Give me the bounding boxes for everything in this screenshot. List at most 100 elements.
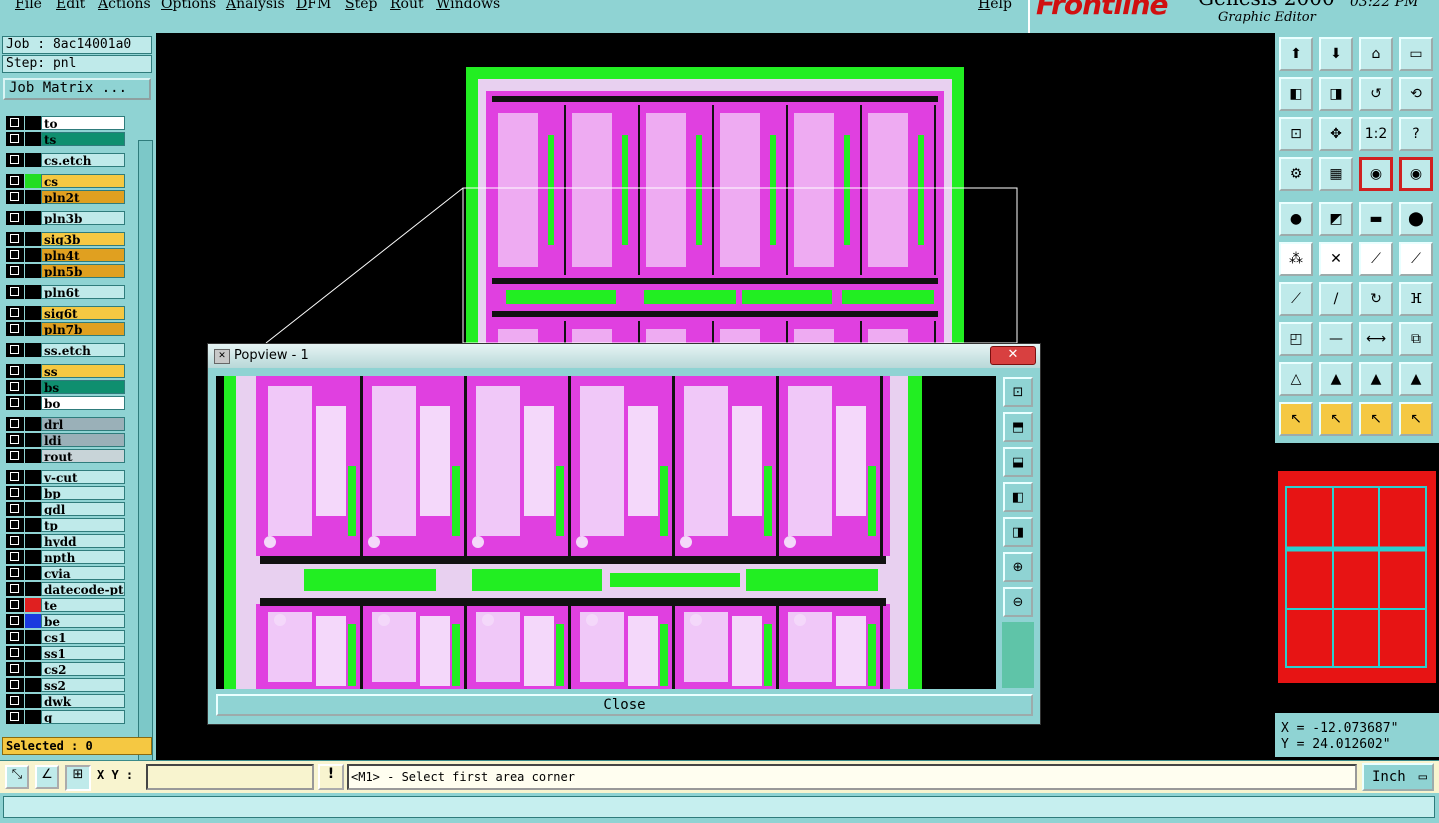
layer-checkbox[interactable] <box>6 380 24 394</box>
layer-name[interactable]: be <box>41 614 125 628</box>
layer-name[interactable]: pln2t <box>41 190 125 204</box>
redraw-icon[interactable]: ⟲ <box>1399 77 1433 111</box>
compare2-icon[interactable]: ◉ <box>1399 157 1433 191</box>
layer-row[interactable]: to <box>6 116 125 130</box>
layer-row[interactable]: pln6t <box>6 285 125 299</box>
snap-icon[interactable]: ◰ <box>1279 322 1313 356</box>
layer-name[interactable]: ss.etch <box>41 343 125 357</box>
popview-close-button[interactable]: Close <box>216 694 1033 716</box>
layer-checkbox[interactable] <box>6 710 24 724</box>
popview-titlebar[interactable]: ✕ Popview - 1 ✕ <box>208 344 1040 368</box>
layer-row[interactable]: drl <box>6 417 125 431</box>
layer-checkbox[interactable] <box>6 285 24 299</box>
layer-row[interactable]: ts <box>6 132 125 146</box>
layer-name[interactable]: te <box>41 598 125 612</box>
layer-checkbox[interactable] <box>6 678 24 692</box>
layer-checkbox[interactable] <box>6 534 24 548</box>
layer-row[interactable]: te <box>6 598 125 612</box>
home-icon[interactable]: ⌂ <box>1359 37 1393 71</box>
layer-name[interactable]: sig3b <box>41 232 125 246</box>
menu-edit[interactable]: Edit <box>56 0 85 12</box>
layer-row[interactable]: rout <box>6 449 125 463</box>
slash-icon[interactable]: / <box>1319 282 1353 316</box>
layer-name[interactable]: bs <box>41 380 125 394</box>
layer-name[interactable]: cs <box>41 174 125 188</box>
units-selector[interactable]: Inch ▭ <box>1362 763 1434 791</box>
layer-name[interactable]: ss <box>41 364 125 378</box>
layer-checkbox[interactable] <box>6 153 24 167</box>
menu-analysis[interactable]: Analysis <box>226 0 285 12</box>
layer-name[interactable]: ss2 <box>41 678 125 692</box>
layer-checkbox[interactable] <box>6 598 24 612</box>
select-box-icon[interactable]: ↖ <box>1319 402 1353 436</box>
dimension-icon[interactable]: ⟷ <box>1359 322 1393 356</box>
layer-checkbox[interactable] <box>6 502 24 516</box>
layer-checkbox[interactable] <box>6 232 24 246</box>
layer-checkbox[interactable] <box>6 550 24 564</box>
menu-file[interactable]: File <box>15 0 42 12</box>
popview-canvas[interactable] <box>216 376 996 689</box>
layer-row[interactable]: be <box>6 614 125 628</box>
window-icon[interactable]: ▭ <box>1399 37 1433 71</box>
layer-name[interactable]: dwk <box>41 694 125 708</box>
layer-row[interactable]: bs <box>6 380 125 394</box>
triangle-icon[interactable]: △ <box>1279 362 1313 396</box>
layer-up-icon[interactable]: ⬆ <box>1279 37 1313 71</box>
grid-icon[interactable]: ▦ <box>1319 157 1353 191</box>
layer-row[interactable]: dwk <box>6 694 125 708</box>
layer-checkbox[interactable] <box>6 433 24 447</box>
menu-step[interactable]: Step <box>345 0 377 12</box>
menu-dfm[interactable]: DFM <box>296 0 331 12</box>
layer-name[interactable]: gdl <box>41 502 125 516</box>
layer-name[interactable]: v-cut <box>41 470 125 484</box>
menu-options[interactable]: Options <box>161 0 216 12</box>
ruler-icon[interactable]: ▬ <box>1359 202 1393 236</box>
layer-row[interactable]: pln7b <box>6 322 125 336</box>
layer-checkbox[interactable] <box>6 322 24 336</box>
layer-name[interactable]: npth <box>41 550 125 564</box>
layer-checkbox[interactable] <box>6 132 24 146</box>
layer-checkbox[interactable] <box>6 630 24 644</box>
layer-checkbox[interactable] <box>6 264 24 278</box>
layer-name[interactable]: to <box>41 116 125 130</box>
menu-windows[interactable]: Windows <box>436 0 500 12</box>
layer-checkbox[interactable] <box>6 306 24 320</box>
xy-input[interactable] <box>146 764 314 790</box>
pan-left-icon[interactable]: ◧ <box>1003 482 1033 512</box>
triangle2-icon[interactable]: ▲ <box>1319 362 1353 396</box>
layer-row[interactable]: ss.etch <box>6 343 125 357</box>
layer-row[interactable]: cs1 <box>6 630 125 644</box>
zoom-fit-icon[interactable]: ⊡ <box>1279 117 1313 151</box>
layer-checkbox[interactable] <box>6 566 24 580</box>
select-net-icon[interactable]: ↖ <box>1399 402 1433 436</box>
pad-icon[interactable]: ● <box>1279 202 1313 236</box>
layer-name[interactable]: pln3b <box>41 211 125 225</box>
pan-down-icon[interactable]: ⬓ <box>1003 447 1033 477</box>
pan-left-icon[interactable]: ◧ <box>1279 77 1313 111</box>
layer-name[interactable]: tp <box>41 518 125 532</box>
layer-checkbox[interactable] <box>6 364 24 378</box>
menu-rout[interactable]: Rout <box>390 0 424 12</box>
layer-name[interactable]: cvia <box>41 566 125 580</box>
layer-row[interactable]: v-cut <box>6 470 125 484</box>
layer-checkbox[interactable] <box>6 343 24 357</box>
layer-checkbox[interactable] <box>6 582 24 596</box>
layer-name[interactable]: cs.etch <box>41 153 125 167</box>
layer-row[interactable]: datecode-ptc <box>6 582 125 596</box>
zoom-center-icon[interactable]: ✥ <box>1319 117 1353 151</box>
layer-name[interactable]: hydd <box>41 534 125 548</box>
dash-icon[interactable]: — <box>1319 322 1353 356</box>
undo-view-icon[interactable]: ↺ <box>1359 77 1393 111</box>
layer-row[interactable]: q <box>6 710 125 724</box>
layer-checkbox[interactable] <box>6 211 24 225</box>
layer-checkbox[interactable] <box>6 449 24 463</box>
net-icon[interactable]: ⁂ <box>1279 242 1313 276</box>
layer-name[interactable]: pln6t <box>41 285 125 299</box>
layer-name[interactable]: bo <box>41 396 125 410</box>
layer-checkbox[interactable] <box>6 646 24 660</box>
layer-checkbox[interactable] <box>6 470 24 484</box>
zoom-fit-icon[interactable]: ⊡ <box>1003 377 1033 407</box>
layer-row[interactable]: hydd <box>6 534 125 548</box>
layer-checkbox[interactable] <box>6 614 24 628</box>
layer-row[interactable]: cvia <box>6 566 125 580</box>
